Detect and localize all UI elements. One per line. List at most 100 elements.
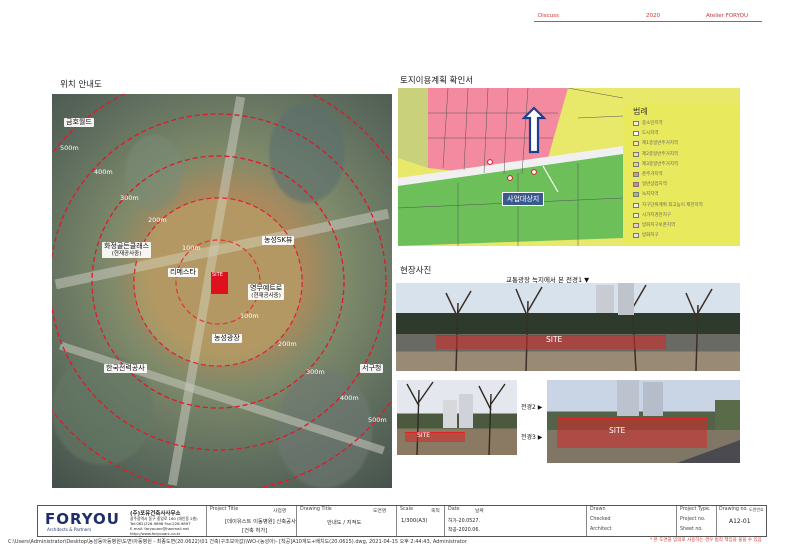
header-year: 2020 xyxy=(646,13,660,19)
legend: 범례 중소민지역도시지역제1종일반주거지역제2종일반주거지역제3종일반주거지역준… xyxy=(623,104,740,246)
view2-caption: 전경2 ▶ xyxy=(521,404,543,411)
legend-item: 준주거지역 xyxy=(633,171,740,179)
project-title: [데이유스트 이동병원] 신축공사 xyxy=(225,519,296,525)
scale-value: 1/300(A3) xyxy=(401,518,428,524)
date-header-ko: 날짜 xyxy=(475,509,484,514)
photo-site-label: SITE xyxy=(609,426,626,435)
photo-view2: SITE xyxy=(397,380,517,455)
date-start: 착공-2020.06. xyxy=(448,528,480,533)
photo-site-label: SITE xyxy=(417,432,431,439)
ring-label: 300m xyxy=(120,194,139,202)
legend-swatch xyxy=(633,192,639,198)
drawn-label: Drawn xyxy=(590,507,606,512)
legend-swatch xyxy=(633,131,639,137)
legend-label: 일반상업지역 xyxy=(642,182,667,188)
legend-title: 범례 xyxy=(633,107,648,116)
project-type-label: Project Type. xyxy=(680,507,711,512)
header-discuss: Discuss xyxy=(538,13,559,19)
cell-drawing-no: Drawing no. 도면번호 A12-01 xyxy=(716,506,768,536)
legend-label: 중소민지역 xyxy=(642,121,663,126)
label-hwajeong-text: 화정골든클래스 xyxy=(104,242,150,250)
sheet-no-label: Sheet no. xyxy=(680,527,703,532)
ring-label: 100m xyxy=(240,312,259,320)
architect-label: Architect xyxy=(590,527,612,532)
legend-item: 제2종일반주거지역 xyxy=(633,151,740,159)
photos-title: 현장사진 xyxy=(400,266,432,276)
drawing-title: 안내도 / 지적도 xyxy=(327,520,362,526)
ring-label: 500m xyxy=(368,416,387,424)
photo-site-label: SITE xyxy=(546,335,563,344)
cell-scale: Scale 축척 1/300(A3) xyxy=(396,506,444,536)
photo-point xyxy=(531,169,537,175)
site-tag: 사업대상지 xyxy=(502,192,545,206)
landuse-map: 사업대상지 범례 중소민지역도시지역제1종일반주거지역제2종일반주거지역제3종일… xyxy=(398,88,740,246)
label-city-hall: 서구청 xyxy=(360,364,384,373)
site-area xyxy=(405,432,465,442)
legend-swatch xyxy=(633,233,639,239)
legend-item: 녹지지역 xyxy=(633,191,740,199)
drawing-no-header: Drawing no. xyxy=(719,507,748,512)
legend-item: 제3종일반주거지역 xyxy=(633,161,740,169)
legend-item: 제1종일반주거지역 xyxy=(633,140,740,148)
drawing-title-header-ko: 도면명 xyxy=(373,509,387,514)
legend-swatch xyxy=(633,172,639,177)
firm-logo: FORYOU xyxy=(45,510,120,528)
project-title-header-ko: 사업명 xyxy=(273,509,287,514)
legend-swatch xyxy=(633,121,639,126)
title-block: FORYOU Architects & Partners (주)포유건축사사무소… xyxy=(37,505,767,537)
legend-swatch xyxy=(633,161,639,167)
firm-logo-sub: Architects & Partners xyxy=(47,527,92,532)
ring-label: 200m xyxy=(278,340,297,348)
label-geumho: 금호월드 xyxy=(64,118,94,127)
legend-label: 제2종일반주거지역 xyxy=(642,151,678,157)
legend-item: 시가지경관지구 xyxy=(633,212,740,220)
ring-label: 300m xyxy=(306,368,325,376)
legend-label: 방화지구 xyxy=(642,233,659,239)
cell-project-type: Project Type. Project no. Sheet no. xyxy=(676,506,716,536)
label-hwajeong: 화정골든클래스 (현재공사중) xyxy=(102,242,152,258)
legend-label: 시가지경관지구 xyxy=(642,212,671,218)
ring-label: 200m xyxy=(148,216,167,224)
project-no-label: Project no. xyxy=(680,517,706,522)
scale-header-ko: 축척 xyxy=(431,509,440,514)
landuse-title: 토지이용계획 확인서 xyxy=(400,76,474,86)
legend-swatch xyxy=(633,141,639,147)
legend-label: 제3종일반주거지역 xyxy=(642,161,678,167)
legend-item: 지구단위계획 최고높이 제한지역 xyxy=(633,202,740,210)
ring-label: 400m xyxy=(340,394,359,402)
project-title-2: [건축 허가] xyxy=(242,528,268,534)
site-area xyxy=(557,418,707,448)
ring-label: 500m xyxy=(60,144,79,152)
label-rimesta: 리메스타 xyxy=(168,268,198,277)
legend-label: 준주거지역 xyxy=(642,172,663,177)
photo-point xyxy=(507,175,513,181)
cell-date: Date 날짜 허가-20.0527. 착공-2020.06. xyxy=(444,506,488,536)
photo-point xyxy=(487,159,493,165)
legend-item: 방화지구보존지역 xyxy=(633,222,740,230)
legend-label: 녹지지역 xyxy=(642,192,659,198)
label-kepco: 한국전력공사 xyxy=(104,364,147,373)
legend-item: 일반상업지역 xyxy=(633,181,740,189)
drawing-no-header-ko: 도면번호 xyxy=(749,507,764,512)
firm-web: http://www.foryouarc.co.kr xyxy=(130,531,181,536)
project-title-header: Project Title xyxy=(210,507,239,512)
label-plaza: 농성광장 xyxy=(212,334,242,343)
drawing-title-header: Drawing Title xyxy=(300,507,332,512)
file-path: C:\Users\Administrator\Desktop\농성동아동병원\도… xyxy=(8,539,467,545)
checked-label: Checked xyxy=(590,517,611,522)
header-atelier: Atelier FORYOU xyxy=(706,13,749,19)
scale-header: Scale xyxy=(400,507,413,512)
legend-label: 방화지구보존지역 xyxy=(642,223,676,228)
legend-swatch xyxy=(633,223,639,228)
legend-item: 방화지구 xyxy=(633,232,740,240)
legend-label: 제1종일반주거지역 xyxy=(642,141,678,147)
legend-item: 중소민지역 xyxy=(633,120,740,128)
legend-swatch xyxy=(633,202,639,208)
drawing-no: A12-01 xyxy=(729,518,751,525)
legend-label: 도시지역 xyxy=(642,131,659,137)
copyright-note: * 본 도면을 임의로 사용하는 경우 법적 책임을 물을 수 있음 xyxy=(650,538,762,543)
cell-approval: Drawn Checked Architect xyxy=(586,506,676,536)
date-permit: 허가-20.0527. xyxy=(448,519,480,524)
site-marker-label: SITE xyxy=(212,272,223,278)
location-title: 위치 안내도 xyxy=(60,80,102,90)
